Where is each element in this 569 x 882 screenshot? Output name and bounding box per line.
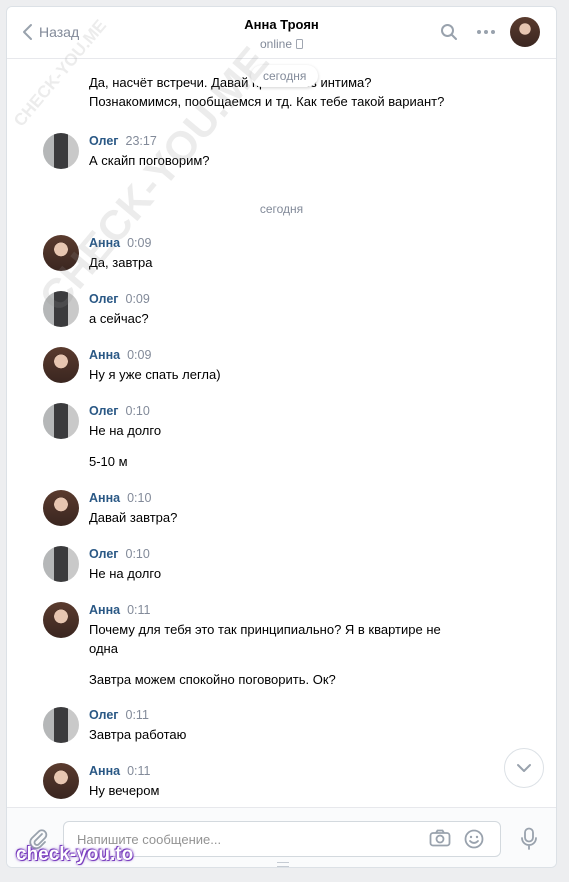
message-text: 5-10 м: [89, 454, 128, 469]
message-text: Да, завтра: [89, 255, 153, 270]
more-icon[interactable]: [476, 29, 496, 35]
message-text: Ну я уже спать легла): [89, 367, 221, 382]
avatar[interactable]: [43, 490, 79, 526]
chevron-down-icon: [517, 764, 531, 772]
avatar[interactable]: [43, 763, 79, 799]
author-name[interactable]: Анна: [89, 763, 120, 779]
message-text: Завтра можем спокойно поговорить. Ок?: [89, 672, 336, 687]
message-text: А скайп поговорим?: [89, 153, 210, 168]
message-text: Завтра работаю: [89, 727, 187, 742]
author-name[interactable]: Олег: [89, 403, 119, 419]
message-text: Почему для тебя это так принципиально? Я…: [89, 622, 441, 656]
message-time[interactable]: 0:11: [126, 707, 149, 723]
phone-icon: [296, 39, 304, 49]
scroll-down-button[interactable]: [504, 748, 544, 788]
message-text: Не на долго: [89, 566, 162, 581]
author-name[interactable]: Олег: [89, 546, 119, 562]
smile-icon[interactable]: [464, 829, 484, 849]
message-text: а сейчас?: [89, 311, 149, 326]
avatar[interactable]: [43, 602, 79, 638]
online-status: online: [259, 37, 304, 51]
author-name[interactable]: Олег: [89, 707, 119, 723]
resize-handle[interactable]: [277, 862, 289, 867]
avatar[interactable]: [43, 546, 79, 582]
message-time[interactable]: 23:17: [126, 133, 157, 149]
chat-header: Назад Анна Троян online: [7, 7, 556, 59]
avatar[interactable]: [43, 707, 79, 743]
header-actions: [440, 23, 496, 41]
chat-window: Назад Анна Троян online сегодня Да, насч…: [6, 6, 557, 868]
message-text: Давай завтра?: [89, 510, 178, 525]
avatar[interactable]: [43, 133, 79, 169]
avatar[interactable]: [43, 347, 79, 383]
back-label: Назад: [39, 24, 80, 40]
message-text: Ну вечером: [89, 783, 160, 798]
message-time[interactable]: 0:09: [127, 347, 151, 363]
avatar[interactable]: [43, 235, 79, 271]
message-history[interactable]: Да, насчёт встречи. Давай просто без инт…: [7, 60, 556, 806]
page-title[interactable]: Анна Троян: [244, 17, 319, 32]
author-name[interactable]: Анна: [89, 602, 120, 618]
input-actions: [429, 829, 484, 849]
author-name[interactable]: Анна: [89, 235, 120, 251]
brand-watermark: check-you.to: [16, 844, 134, 865]
back-button[interactable]: Назад: [21, 23, 79, 41]
camera-icon[interactable]: [429, 829, 451, 847]
message-time[interactable]: 0:10: [126, 546, 150, 562]
floating-date-badge: сегодня: [251, 65, 319, 87]
chevron-left-icon: [23, 24, 32, 40]
message-time[interactable]: 0:09: [126, 291, 150, 307]
message-time[interactable]: 0:09: [127, 235, 151, 251]
avatar[interactable]: [43, 403, 79, 439]
author-name[interactable]: Олег: [89, 291, 119, 307]
author-name[interactable]: Анна: [89, 490, 120, 506]
avatar[interactable]: [43, 291, 79, 327]
search-icon[interactable]: [440, 23, 458, 41]
message-text: Не на долго: [89, 423, 162, 438]
microphone-icon[interactable]: [520, 827, 538, 851]
header-avatar[interactable]: [510, 17, 540, 47]
author-name[interactable]: Олег: [89, 133, 119, 149]
status-text: online: [259, 37, 293, 51]
message-time[interactable]: 0:11: [127, 602, 150, 618]
message-time[interactable]: 0:10: [127, 490, 151, 506]
date-separator: сегодня: [259, 202, 304, 216]
message-line: Познакомимся, пообщаемся и тд. Как тебе …: [89, 94, 445, 109]
message-time[interactable]: 0:10: [126, 403, 150, 419]
message-time[interactable]: 0:11: [127, 763, 150, 779]
author-name[interactable]: Анна: [89, 347, 120, 363]
